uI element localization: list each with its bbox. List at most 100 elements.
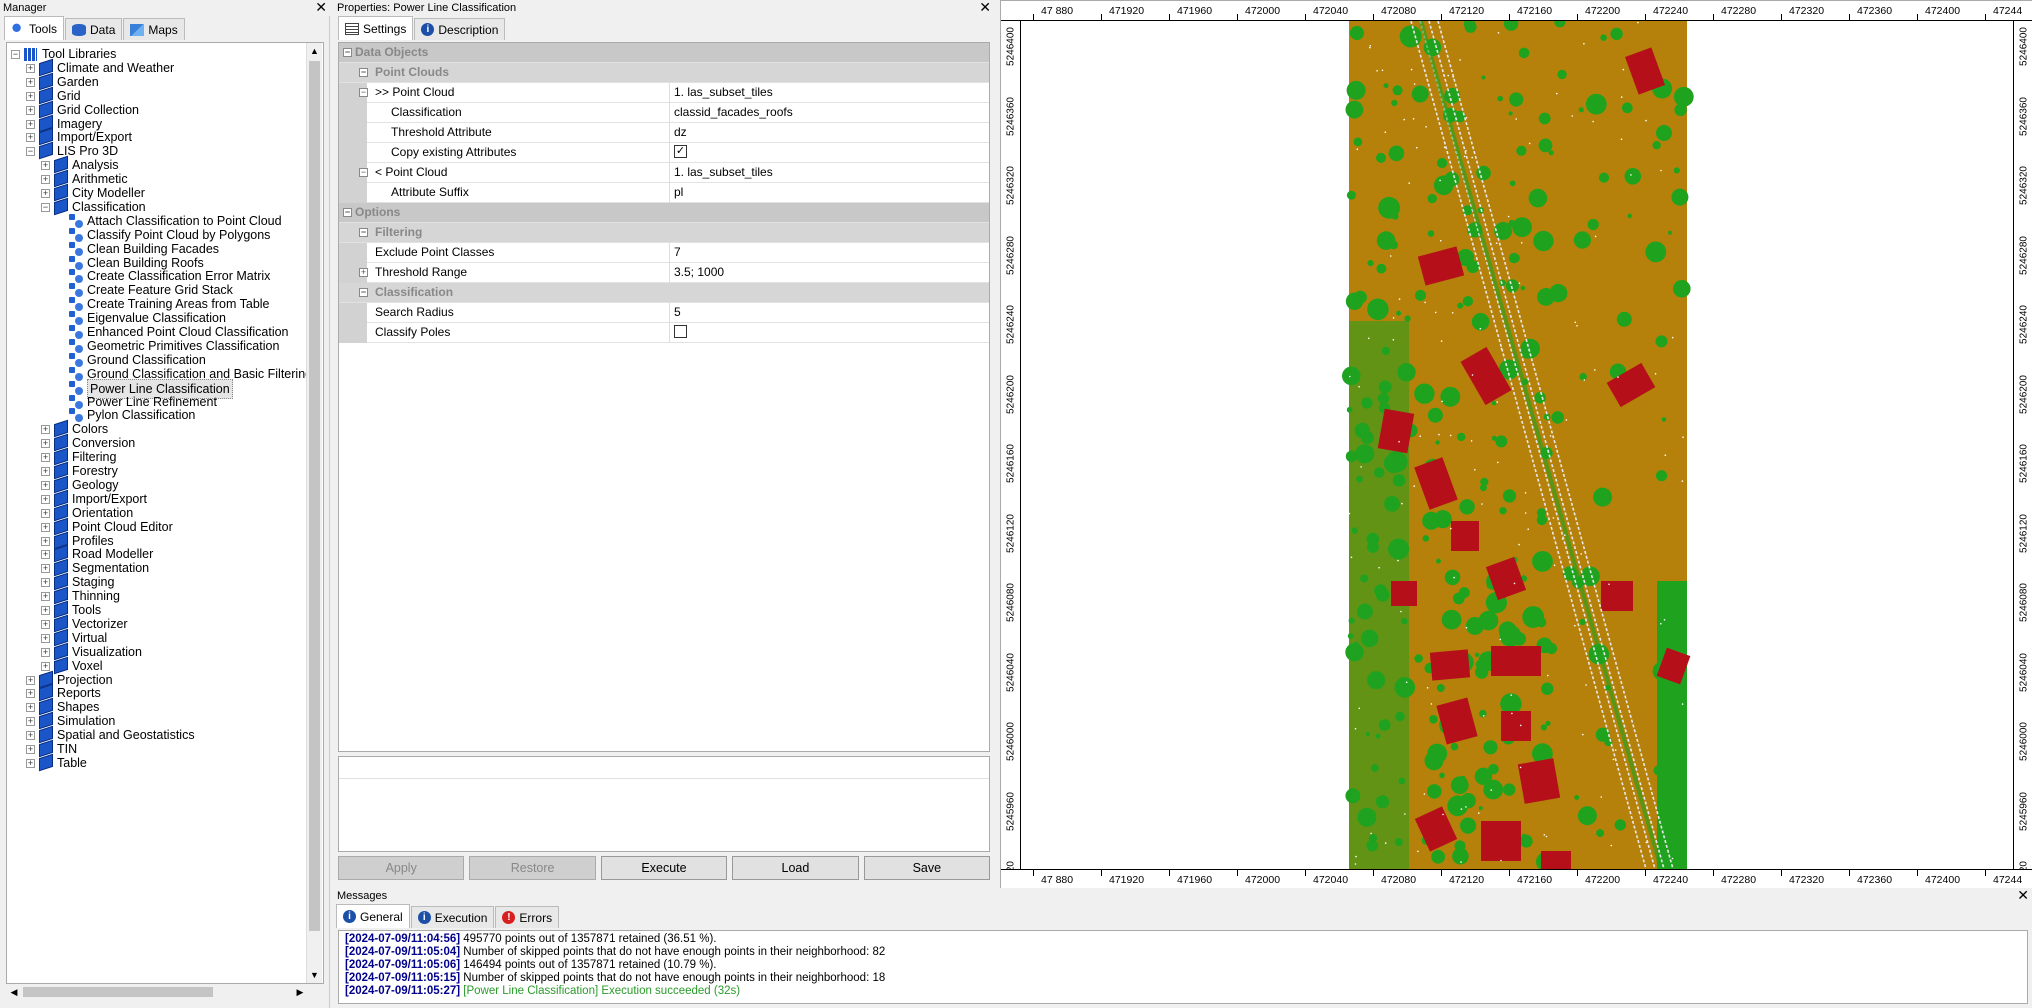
- expand-icon[interactable]: +: [41, 161, 50, 171]
- property-row[interactable]: Attribute Suffix pl: [339, 183, 989, 203]
- collapse-icon[interactable]: −: [359, 288, 368, 297]
- property-value[interactable]: 5: [669, 303, 681, 323]
- library-item[interactable]: + Table: [7, 753, 307, 772]
- tab-description[interactable]: i Description: [414, 18, 506, 40]
- speckle-point: [1574, 624, 1576, 627]
- hscroll-thumb[interactable]: [23, 987, 213, 997]
- save-button[interactable]: Save: [863, 856, 991, 880]
- expand-icon[interactable]: +: [26, 689, 35, 699]
- map-canvas[interactable]: [1021, 21, 2013, 869]
- apply-button[interactable]: Apply: [338, 856, 465, 880]
- property-row[interactable]: Classification classid_facades_roofs: [339, 103, 989, 123]
- scroll-left-icon[interactable]: ◀: [7, 984, 21, 1000]
- collapse-icon[interactable]: −: [359, 168, 368, 177]
- expand-icon[interactable]: +: [41, 592, 50, 602]
- expand-icon[interactable]: +: [41, 439, 50, 449]
- expand-icon[interactable]: +: [26, 133, 35, 143]
- expand-icon[interactable]: +: [41, 578, 50, 588]
- properties-title: Properties: Power Line Classification ✕: [334, 0, 994, 16]
- expand-icon[interactable]: +: [41, 633, 50, 643]
- speckle-point: [1378, 566, 1380, 569]
- expand-icon[interactable]: +: [26, 745, 35, 754]
- expand-icon[interactable]: +: [41, 661, 50, 671]
- collapse-icon[interactable]: −: [359, 68, 368, 77]
- scroll-down-icon[interactable]: ▼: [307, 967, 322, 983]
- property-value[interactable]: 1. las_subset_tiles: [669, 83, 773, 103]
- tab-maps[interactable]: Maps: [123, 18, 185, 40]
- vegetation-patch: [1458, 587, 1470, 599]
- expand-icon[interactable]: +: [26, 105, 35, 115]
- property-row[interactable]: − < Point Cloud 1. las_subset_tiles: [339, 163, 989, 183]
- speckle-point: [1440, 340, 1443, 342]
- expand-icon[interactable]: +: [26, 731, 35, 741]
- checkbox[interactable]: [674, 325, 687, 339]
- tab-errors[interactable]: ! Errors: [495, 906, 560, 928]
- point-cloud-map[interactable]: [1021, 21, 2013, 869]
- collapse-icon[interactable]: −: [11, 50, 20, 59]
- property-value[interactable]: 3.5; 1000: [669, 263, 724, 283]
- expand-icon[interactable]: +: [26, 703, 35, 713]
- tree-horizontal-scrollbar[interactable]: ◀ ▶: [7, 984, 307, 1000]
- property-row[interactable]: Exclude Point Classes 7: [339, 243, 989, 263]
- close-icon[interactable]: ✕: [2017, 888, 2029, 902]
- tab-settings[interactable]: Settings: [338, 16, 414, 40]
- execute-button[interactable]: Execute: [600, 856, 728, 880]
- expand-icon[interactable]: +: [41, 536, 50, 546]
- expand-icon[interactable]: +: [41, 480, 50, 490]
- tab-execution[interactable]: i Execution: [410, 906, 495, 928]
- vegetation-patch: [1596, 829, 1605, 838]
- expand-icon[interactable]: +: [26, 119, 35, 129]
- expand-icon[interactable]: +: [26, 675, 35, 685]
- close-icon[interactable]: ✕: [315, 0, 327, 14]
- tab-data[interactable]: Data: [65, 18, 123, 40]
- expand-icon[interactable]: +: [359, 268, 368, 277]
- expand-icon[interactable]: +: [41, 647, 50, 657]
- expand-icon[interactable]: +: [41, 508, 50, 518]
- property-row[interactable]: + Threshold Range 3.5; 1000: [339, 263, 989, 283]
- expand-icon[interactable]: +: [26, 758, 35, 768]
- x-tick-mark: [1645, 870, 1646, 876]
- expand-icon[interactable]: +: [41, 189, 50, 198]
- collapse-icon[interactable]: −: [359, 228, 368, 237]
- tab-tools[interactable]: Tools: [4, 16, 65, 40]
- property-row[interactable]: Classify Poles: [339, 323, 989, 343]
- expand-icon[interactable]: +: [26, 77, 35, 87]
- tree-vertical-scrollbar[interactable]: ▲ ▼: [306, 43, 322, 983]
- speckle-point: [1630, 174, 1632, 176]
- restore-button[interactable]: Restore: [469, 856, 596, 880]
- property-row[interactable]: Copy existing Attributes ✓: [339, 143, 989, 163]
- property-value[interactable]: classid_facades_roofs: [669, 103, 793, 123]
- close-icon[interactable]: ✕: [979, 0, 991, 14]
- expand-icon[interactable]: +: [41, 564, 50, 574]
- property-value[interactable]: dz: [669, 123, 687, 143]
- expand-icon[interactable]: +: [26, 63, 35, 73]
- collapse-icon[interactable]: −: [343, 208, 352, 217]
- collapse-icon[interactable]: −: [343, 48, 352, 57]
- property-row[interactable]: − >> Point Cloud 1. las_subset_tiles: [339, 83, 989, 103]
- expand-icon[interactable]: +: [41, 619, 50, 629]
- scroll-up-icon[interactable]: ▲: [307, 43, 322, 59]
- property-value[interactable]: 1. las_subset_tiles: [669, 163, 773, 183]
- expand-icon[interactable]: +: [41, 606, 50, 615]
- property-value[interactable]: pl: [669, 183, 683, 203]
- expand-icon[interactable]: +: [41, 522, 50, 532]
- scroll-right-icon[interactable]: ▶: [293, 984, 307, 1000]
- expand-icon[interactable]: +: [26, 91, 35, 101]
- scroll-thumb[interactable]: [309, 61, 320, 931]
- expand-icon[interactable]: +: [41, 453, 50, 463]
- property-row[interactable]: Threshold Attribute dz: [339, 123, 989, 143]
- expand-icon[interactable]: +: [41, 494, 50, 504]
- expand-icon[interactable]: +: [41, 175, 50, 185]
- collapse-icon[interactable]: −: [26, 147, 35, 157]
- tab-general[interactable]: i General: [336, 904, 410, 928]
- collapse-icon[interactable]: −: [359, 88, 368, 97]
- expand-icon[interactable]: +: [26, 717, 35, 727]
- load-button[interactable]: Load: [732, 856, 859, 880]
- checkbox[interactable]: ✓: [674, 145, 687, 159]
- expand-icon[interactable]: +: [41, 467, 50, 476]
- collapse-icon[interactable]: −: [41, 202, 50, 212]
- property-row[interactable]: Search Radius 5: [339, 303, 989, 323]
- property-value[interactable]: 7: [669, 243, 681, 263]
- expand-icon[interactable]: +: [41, 550, 50, 560]
- expand-icon[interactable]: +: [41, 425, 50, 435]
